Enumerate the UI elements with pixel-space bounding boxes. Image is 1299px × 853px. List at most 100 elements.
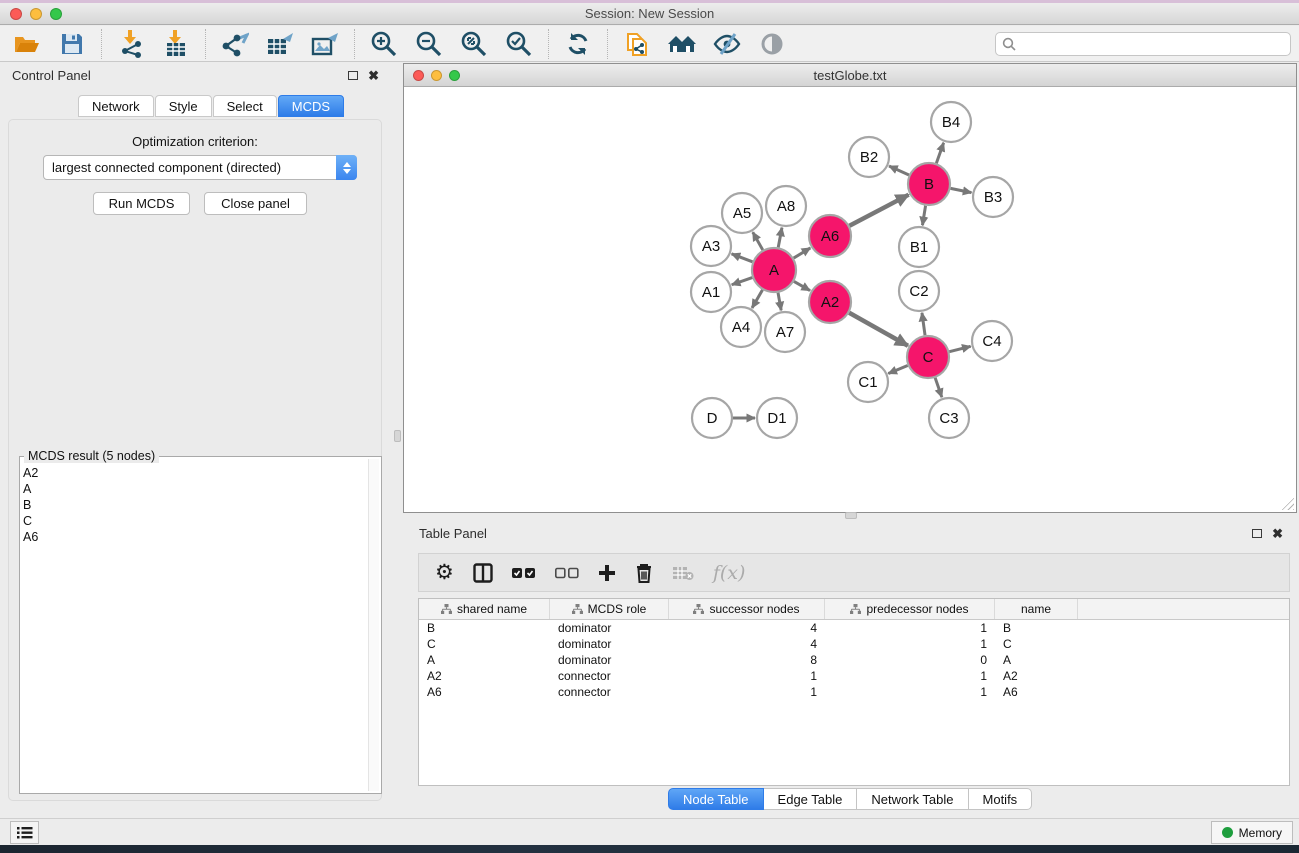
- table-cell[interactable]: dominator: [550, 636, 669, 652]
- table-cell[interactable]: dominator: [550, 620, 669, 636]
- table-cell[interactable]: A2: [995, 668, 1078, 684]
- network-canvas[interactable]: AA6A2BCA5A8A3A1A4A7B2B4B3B1C2C4C1C3DD1: [405, 87, 1295, 511]
- add-column-icon[interactable]: [598, 564, 616, 582]
- graph-edge-A-A3[interactable]: [732, 254, 753, 262]
- network-graph[interactable]: AA6A2BCA5A8A3A1A4A7B2B4B3B1C2C4C1C3DD1: [405, 87, 1297, 512]
- table-cell[interactable]: B: [995, 620, 1078, 636]
- graph-edge-A-A4[interactable]: [752, 290, 762, 308]
- graph-edge-A-A7[interactable]: [778, 293, 781, 311]
- mcds-result-item[interactable]: A: [23, 481, 367, 497]
- table-cell[interactable]: A6: [419, 684, 550, 700]
- list-scrollbar[interactable]: [368, 459, 379, 791]
- graph-edge-C-C1[interactable]: [888, 365, 907, 373]
- table-row[interactable]: Cdominator41C: [419, 636, 1289, 652]
- export-network-icon[interactable]: [216, 29, 254, 59]
- graph-edge-A6-B[interactable]: [849, 195, 908, 226]
- table-cell[interactable]: 1: [825, 636, 995, 652]
- tab-node-table[interactable]: Node Table: [668, 788, 764, 810]
- tab-network-table[interactable]: Network Table: [857, 788, 968, 810]
- tab-network[interactable]: Network: [78, 95, 154, 117]
- tab-style[interactable]: Style: [155, 95, 212, 117]
- table-cell[interactable]: A2: [419, 668, 550, 684]
- table-cell[interactable]: A6: [995, 684, 1078, 700]
- import-table-icon[interactable]: [157, 29, 195, 59]
- table-cell[interactable]: B: [419, 620, 550, 636]
- table-cell[interactable]: 1: [825, 684, 995, 700]
- table-cell[interactable]: 1: [669, 684, 825, 700]
- table-cell[interactable]: C: [419, 636, 550, 652]
- mcds-result-item[interactable]: C: [23, 513, 367, 529]
- refresh-icon[interactable]: [559, 29, 597, 59]
- home-icon[interactable]: [663, 29, 701, 59]
- graph-edge-B-B1[interactable]: [922, 206, 925, 226]
- vertical-splitter-handle[interactable]: [394, 430, 401, 442]
- graph-edge-A-A5[interactable]: [753, 232, 763, 250]
- column-header-successor-nodes[interactable]: successor nodes: [669, 599, 825, 619]
- zoom-out-icon[interactable]: [410, 29, 448, 59]
- graph-edge-A-A6[interactable]: [794, 248, 811, 258]
- save-session-icon[interactable]: [53, 29, 91, 59]
- import-network-icon[interactable]: [112, 29, 150, 59]
- clone-network-icon[interactable]: [618, 29, 656, 59]
- show-graphics-eye-icon[interactable]: [753, 29, 791, 59]
- float-table-panel-icon[interactable]: [1252, 529, 1262, 538]
- table-cell[interactable]: A: [995, 652, 1078, 668]
- graph-edge-A-A1[interactable]: [732, 278, 753, 285]
- horizontal-splitter-handle[interactable]: [845, 512, 857, 519]
- table-row[interactable]: Adominator80A: [419, 652, 1289, 668]
- zoom-in-icon[interactable]: [365, 29, 403, 59]
- zoom-fit-icon[interactable]: [455, 29, 493, 59]
- graph-edge-A2-C[interactable]: [849, 313, 908, 346]
- column-header-predecessor-nodes[interactable]: predecessor nodes: [825, 599, 995, 619]
- close-panel-icon[interactable]: ✖: [368, 69, 379, 82]
- mcds-result-item[interactable]: A2: [23, 465, 367, 481]
- table-cell[interactable]: connector: [550, 684, 669, 700]
- table-cell[interactable]: 1: [669, 668, 825, 684]
- table-cell[interactable]: connector: [550, 668, 669, 684]
- table-cell[interactable]: 1: [825, 668, 995, 684]
- select-all-checkboxes-icon[interactable]: [512, 567, 536, 579]
- criterion-dropdown[interactable]: largest connected component (directed): [43, 155, 357, 180]
- column-header-name[interactable]: name: [995, 599, 1078, 619]
- tab-select[interactable]: Select: [213, 95, 277, 117]
- table-row[interactable]: Bdominator41B: [419, 620, 1289, 636]
- graph-edge-C-C3[interactable]: [935, 378, 942, 397]
- tab-mcds[interactable]: MCDS: [278, 95, 344, 117]
- table-row[interactable]: A6connector11A6: [419, 684, 1289, 700]
- mcds-result-item[interactable]: A6: [23, 529, 367, 545]
- graph-edge-B-B3[interactable]: [951, 188, 972, 192]
- zoom-selected-icon[interactable]: [500, 29, 538, 59]
- search-field[interactable]: [995, 32, 1291, 56]
- run-mcds-button[interactable]: Run MCDS: [93, 192, 190, 215]
- hide-annotations-eye-icon[interactable]: [708, 29, 746, 59]
- table-cell[interactable]: 0: [825, 652, 995, 668]
- tab-motifs[interactable]: Motifs: [969, 788, 1033, 810]
- column-header-mcds-role[interactable]: MCDS role: [550, 599, 669, 619]
- table-cell[interactable]: 4: [669, 636, 825, 652]
- graph-edge-C-C4[interactable]: [949, 346, 970, 351]
- export-image-icon[interactable]: [306, 29, 344, 59]
- table-cell[interactable]: 1: [825, 620, 995, 636]
- table-cell[interactable]: 8: [669, 652, 825, 668]
- deselect-checkboxes-icon[interactable]: [555, 567, 579, 579]
- open-session-icon[interactable]: [8, 29, 46, 59]
- graph-edge-A-A8[interactable]: [778, 228, 782, 248]
- table-cell[interactable]: A: [419, 652, 550, 668]
- task-history-button[interactable]: [10, 821, 39, 844]
- delete-columns-trash-icon[interactable]: [635, 563, 653, 583]
- float-panel-icon[interactable]: [348, 71, 358, 80]
- table-cell[interactable]: 4: [669, 620, 825, 636]
- graph-edge-C-C2[interactable]: [922, 313, 925, 335]
- column-view-icon[interactable]: [473, 563, 493, 583]
- table-row[interactable]: A2connector11A2: [419, 668, 1289, 684]
- export-table-icon[interactable]: [261, 29, 299, 59]
- graph-edge-A-A2[interactable]: [794, 281, 810, 290]
- mcds-result-item[interactable]: B: [23, 497, 367, 513]
- column-header-shared-name[interactable]: shared name: [419, 599, 550, 619]
- search-input[interactable]: [1020, 37, 1284, 51]
- table-settings-gear-icon[interactable]: ⚙: [435, 562, 454, 583]
- mcds-result-list[interactable]: A2ABCA6: [23, 465, 367, 791]
- graph-edge-B-B4[interactable]: [936, 143, 943, 164]
- memory-button[interactable]: Memory: [1211, 821, 1293, 844]
- close-panel-button[interactable]: Close panel: [204, 192, 307, 215]
